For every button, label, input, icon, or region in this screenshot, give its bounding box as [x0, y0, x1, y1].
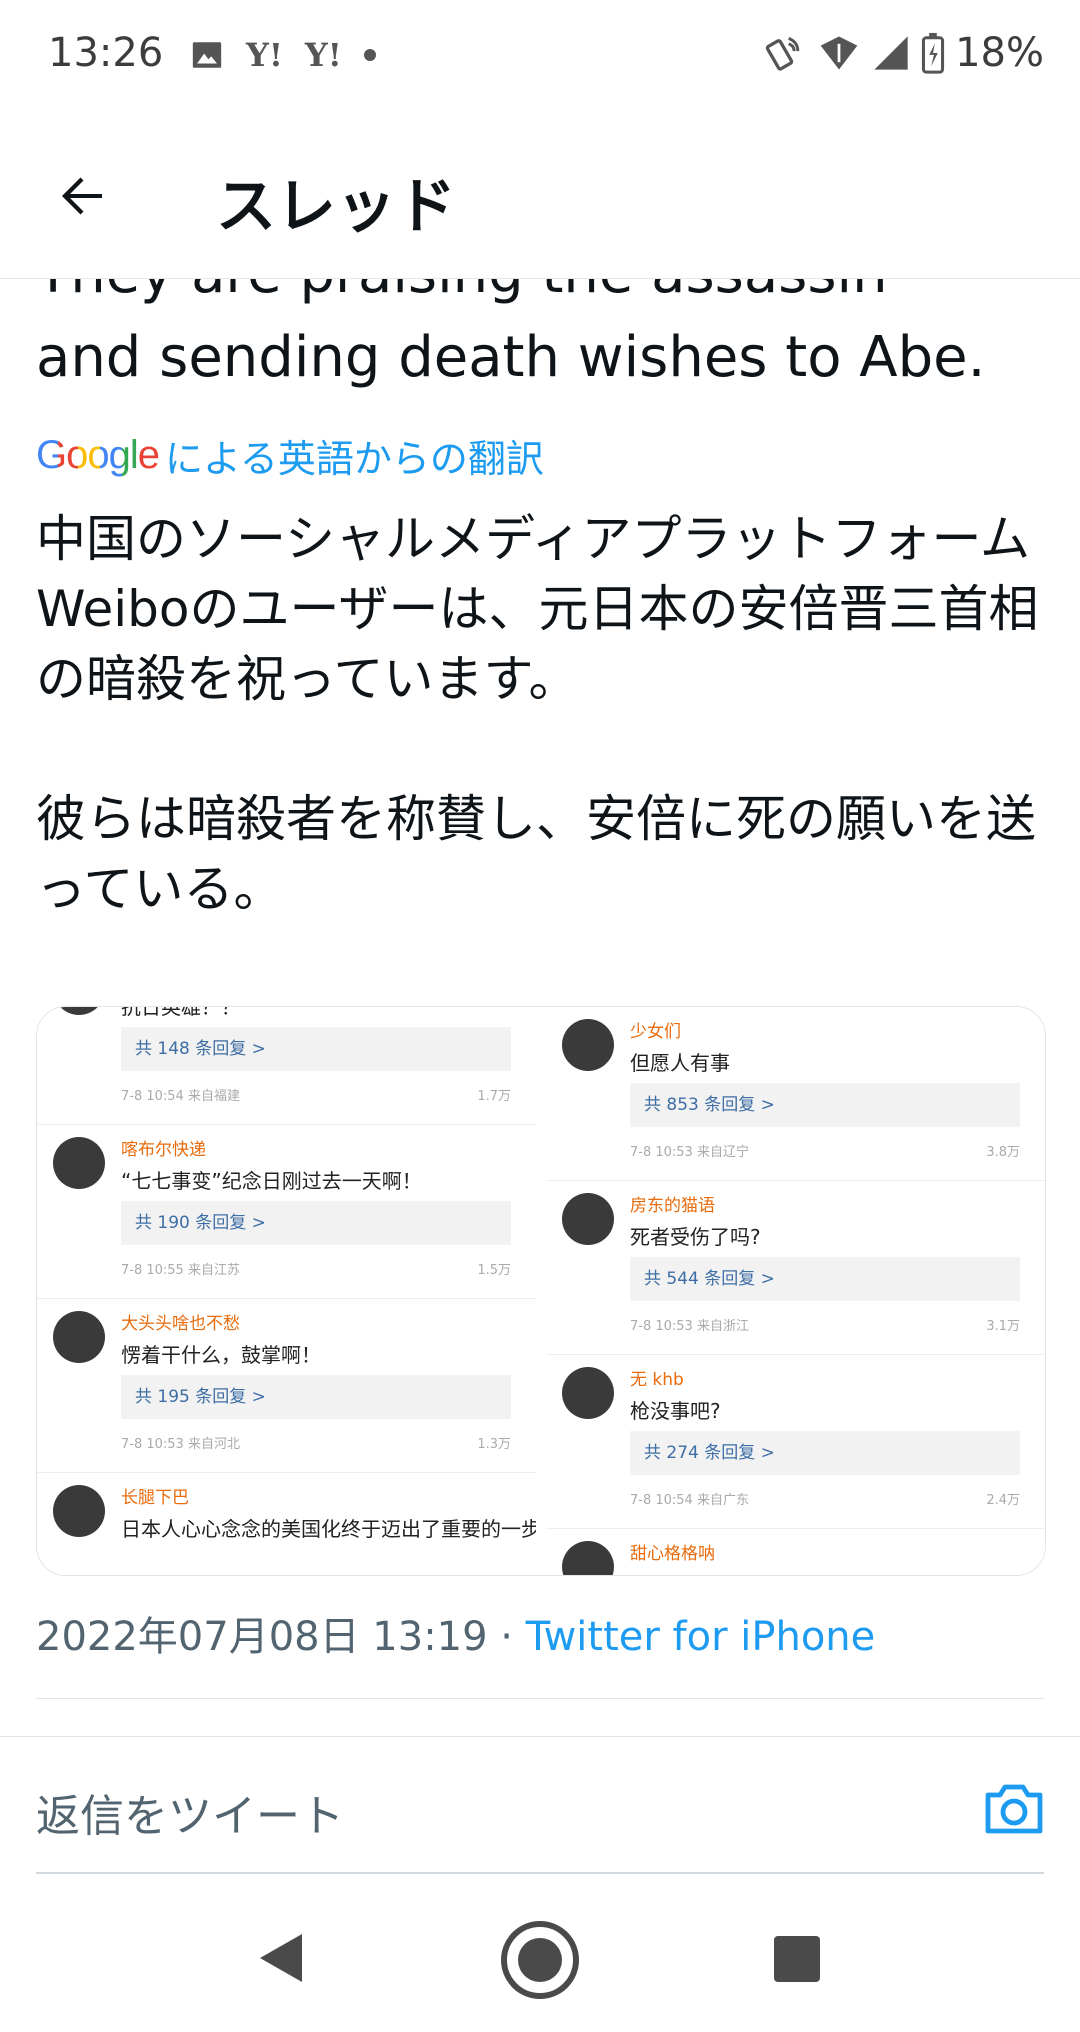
weibo-comment-text: 抗日英雄？？	[121, 1007, 241, 1019]
weibo-meta-date: 7-8 10:53 来自浙江	[630, 1319, 749, 1334]
avatar	[53, 1007, 105, 1015]
vpn-diamond-icon	[820, 36, 858, 70]
weibo-meta: 7-8 10:53 来自浙江 3.1万	[630, 1315, 1020, 1334]
weibo-comment-text: 愣着干什么，鼓掌啊！	[121, 1343, 321, 1367]
weibo-username: 无 khb	[630, 1370, 684, 1390]
back-arrow-icon[interactable]	[52, 166, 112, 226]
weibo-meta-date: 7-8 10:53 来自河北	[121, 1437, 240, 1452]
weibo-username: 长腿下巴	[121, 1488, 189, 1508]
google-logo-text: Google	[36, 433, 160, 477]
notification-icons: Y! Y!	[190, 36, 376, 74]
signal-icon	[874, 36, 908, 70]
divider	[36, 1698, 1044, 1699]
yahoo-icon: Y!	[304, 36, 342, 74]
reply-bar: 返信をツイート	[0, 1736, 1080, 1872]
dot-icon	[363, 49, 376, 61]
avatar	[53, 1485, 105, 1537]
weibo-comment-text: “七七事变”纪念日刚过去一天啊！	[121, 1169, 422, 1193]
weibo-username: 大头头啥也不愁	[121, 1314, 240, 1334]
battery-icon	[922, 32, 945, 74]
yahoo-icon: Y!	[246, 36, 283, 74]
weibo-meta-date: 7-8 10:54 来自广东	[630, 1493, 749, 1508]
nfc-icon	[765, 36, 800, 71]
tweet-client-link[interactable]: Twitter for iPhone	[526, 1614, 876, 1660]
weibo-likes: 3.1万	[986, 1319, 1020, 1334]
weibo-username: 喀布尔快递	[121, 1140, 206, 1160]
weibo-reply-count: 共 190 条回复 >	[121, 1201, 511, 1245]
weibo-meta: 7-8 10:55 来自江苏 1.5万	[121, 1259, 511, 1278]
weibo-likes: 3.8万	[986, 1145, 1020, 1160]
weibo-comment-text: 死者受伤了吗?	[630, 1225, 761, 1249]
nav-back-icon[interactable]	[258, 1932, 304, 1984]
system-nav-bar	[0, 1888, 1080, 2032]
weibo-likes: 1.3万	[477, 1437, 511, 1452]
google-logo: Google	[36, 433, 160, 478]
avatar	[562, 1193, 614, 1245]
weibo-reply-count: 共 853 条回复 >	[630, 1083, 1020, 1127]
weibo-comment: 房东的猫语死者受伤了吗? 共 544 条回复 > 7-8 10:53 来自浙江 3.1…	[546, 1181, 1045, 1355]
weibo-username: 房东的猫语	[630, 1196, 715, 1216]
translation-label: による英語からの翻訳	[164, 437, 544, 481]
weibo-meta: 7-8 10:53 来自辽宁 3.8万	[630, 1141, 1020, 1160]
weibo-reply-count: 共 195 条回复 >	[121, 1375, 511, 1419]
tweet-text-en-line2: and sending death wishes to Abe.	[36, 325, 986, 390]
image-icon	[192, 42, 222, 68]
status-bar: 13:26 Y! Y! 18%	[0, 0, 1080, 112]
avatar	[562, 1367, 614, 1419]
weibo-comment: 无 khb 枪没事吧? 共 274 条回复 > 7-8 10:54 来自广东 2.4万	[546, 1355, 1045, 1529]
weibo-username: 甜心格格呐	[630, 1544, 715, 1564]
weibo-comment-text: 但愿人有事	[630, 1051, 730, 1075]
tweet-date: 2022年07月08日 13:19	[36, 1614, 488, 1660]
weibo-meta-date: 7-8 10:53 来自辽宁	[630, 1145, 749, 1160]
tweet-text-translated: 中国のソーシャルメディアプラットフォームWeiboのユーザーは、元日本の安倍晋三…	[36, 504, 1046, 924]
avatar	[562, 1541, 614, 1575]
weibo-comment: 大头头啥也不愁愣着干什么，鼓掌啊！ 共 195 条回复 > 7-8 10:53 来自…	[37, 1299, 536, 1473]
avatar	[53, 1137, 105, 1189]
weibo-meta: 7-8 10:54 来自福建 1.7万	[121, 1085, 511, 1104]
weibo-reply-count: 共 274 条回复 >	[630, 1431, 1020, 1475]
tweet-media[interactable]: 抗日英雄？？ 共 148 条回复 > 7-8 10:54 来自福建 1.7万喀布尔快递…	[36, 1006, 1046, 1576]
app-header: スレッド	[0, 112, 1080, 279]
translated-paragraph-1: 中国のソーシャルメディアプラットフォームWeiboのユーザーは、元日本の安倍晋三…	[36, 510, 1039, 708]
weibo-meta: 7-8 10:53 来自河北 1.3万	[121, 1433, 511, 1452]
weibo-meta: 7-8 10:54 来自广东 2.4万	[630, 1489, 1020, 1508]
nav-recent-apps-icon[interactable]	[774, 1936, 820, 1982]
weibo-reply-count: 共 148 条回复 >	[121, 1027, 511, 1071]
weibo-comment: 少女们但愿人有事共 853 条回复 > 7-8 10:53 来自辽宁 3.8万	[546, 1007, 1045, 1181]
avatar	[53, 1311, 105, 1363]
weibo-meta-date: 7-8 10:54 来自福建	[121, 1089, 240, 1104]
system-icons: 18%	[763, 30, 1044, 76]
weibo-likes: 1.5万	[477, 1263, 511, 1278]
camera-icon[interactable]	[982, 1780, 1046, 1838]
weibo-likes: 2.4万	[986, 1493, 1020, 1508]
weibo-reply-count: 共 544 条回复 >	[630, 1257, 1020, 1301]
page-title: スレッド	[216, 172, 456, 242]
tweet-timestamp-row: 2022年07月08日 13:19 · Twitter for iPhone	[36, 1604, 875, 1662]
weibo-comment: 甜心格格呐	[546, 1529, 1045, 1575]
weibo-likes: 1.7万	[477, 1089, 511, 1104]
weibo-comment: 抗日英雄？？ 共 148 条回复 > 7-8 10:54 来自福建 1.7万	[37, 1007, 536, 1125]
weibo-username: 少女们	[630, 1022, 681, 1042]
avatar	[562, 1019, 614, 1071]
weibo-comment: 喀布尔快递 “七七事变”纪念日刚过去一天啊！ 共 190 条回复 > 7-8 10:5…	[37, 1125, 536, 1299]
battery-percent: 18%	[955, 30, 1044, 76]
weibo-meta-date: 7-8 10:55 来自江苏	[121, 1263, 240, 1278]
translation-attribution[interactable]: Google による英語からの翻訳	[36, 428, 544, 483]
weibo-comment-text: 枪没事吧?	[630, 1399, 721, 1423]
weibo-comment: 长腿下巴日本人心心念念的美国化终于迈出了重要的一步	[37, 1473, 536, 1575]
translated-paragraph-2: 彼らは暗殺者を称賛し、安倍に死の願いを送っている。	[36, 790, 1036, 918]
status-time: 13:26	[48, 30, 164, 76]
media-image-left[interactable]: 抗日英雄？？ 共 148 条回复 > 7-8 10:54 来自福建 1.7万喀布尔快递…	[37, 1007, 536, 1575]
divider	[36, 1872, 1044, 1874]
nav-home-icon[interactable]	[500, 1920, 580, 2000]
media-image-right[interactable]: 少女们但愿人有事共 853 条回复 > 7-8 10:53 来自辽宁 3.8万房东的…	[536, 1007, 1045, 1575]
reply-input[interactable]: 返信をツイート	[36, 1780, 344, 1844]
separator: ·	[487, 1614, 526, 1660]
weibo-comment-text: 日本人心心念念的美国化终于迈出了重要的一步	[121, 1517, 536, 1541]
